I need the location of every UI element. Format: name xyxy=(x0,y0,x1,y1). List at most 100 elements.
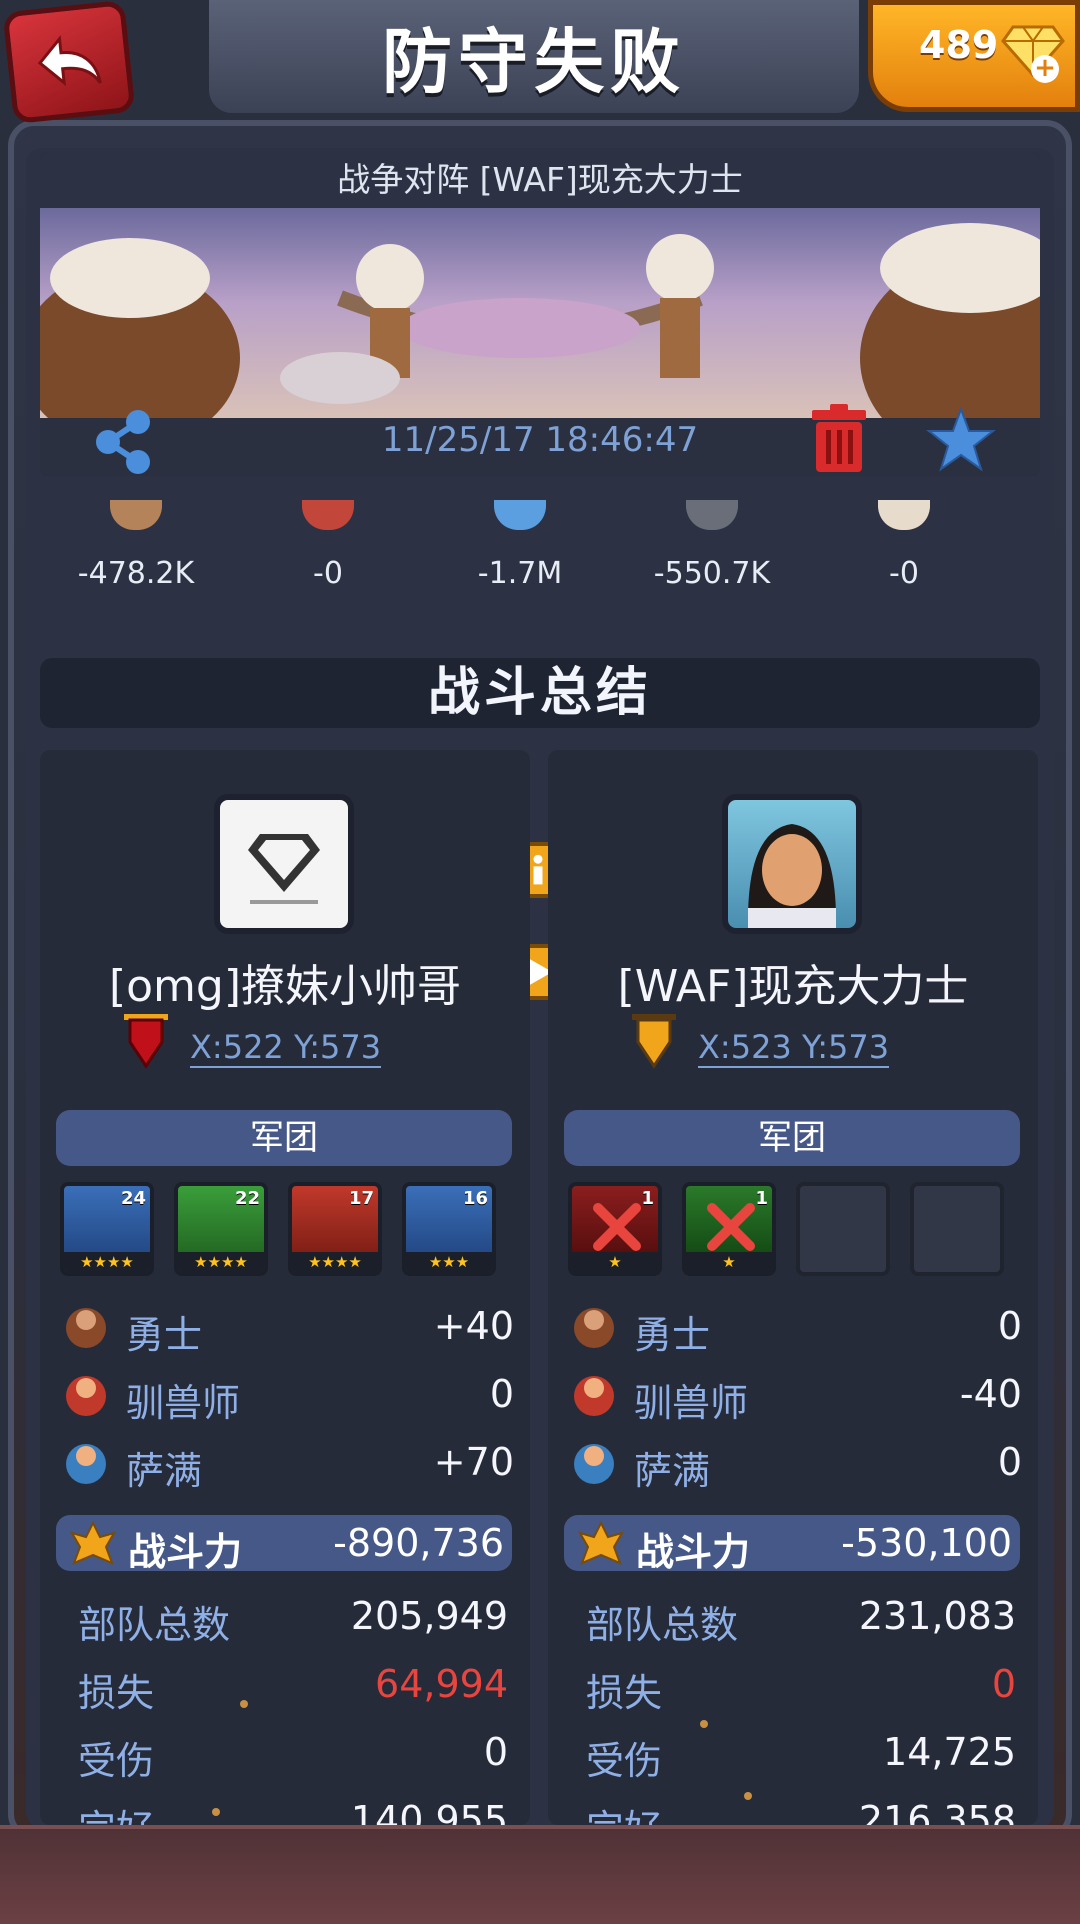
battle-title: 战争对阵 [WAF]现充大力士 xyxy=(40,152,1040,208)
stat-row-total: 部队总数 205,949 xyxy=(78,1588,508,1647)
add-gems-icon[interactable]: + xyxy=(1031,55,1059,83)
trash-icon[interactable] xyxy=(808,402,870,474)
unit-row-warrior: 勇士 +40 xyxy=(58,1298,514,1357)
phoenix-icon xyxy=(69,1520,117,1565)
unit-row-tamer: 驯兽师 0 xyxy=(58,1366,514,1425)
hero-slot[interactable]: 17 ★★★★ xyxy=(288,1182,382,1276)
stat-row-lost: 损失 0 xyxy=(586,1656,1016,1715)
hero-level: 17 xyxy=(348,1188,374,1209)
resource-losses: -478.2K -0 -1.7M -550.7K -0 xyxy=(40,500,1040,600)
unit-label: 萨满 xyxy=(126,1449,203,1493)
hero-slot[interactable]: 24 ★★★★ xyxy=(60,1182,154,1276)
stat-value: 231,083 xyxy=(858,1594,1016,1638)
stat-value: 0 xyxy=(483,1730,508,1774)
power-bar: 战斗力 -530,100 xyxy=(564,1515,1020,1574)
defeated-x-icon xyxy=(593,1203,641,1251)
unit-value: 0 xyxy=(997,1304,1022,1348)
ember-particle xyxy=(744,1792,752,1800)
hero-stars: ★★★★ xyxy=(292,1252,378,1272)
stone-icon xyxy=(686,500,738,530)
stat-label: 受伤 xyxy=(78,1739,155,1783)
battle-illustration xyxy=(40,208,1040,458)
hero-slot[interactable]: 1 ★ xyxy=(568,1182,662,1276)
unit-row-tamer: 驯兽师 -40 xyxy=(566,1366,1022,1425)
attacker-name: [omg]撩妹小帅哥 xyxy=(108,961,462,1012)
red-banner-icon xyxy=(124,1014,168,1069)
stat-label: 部队总数 xyxy=(78,1603,231,1647)
stat-row-lost: 损失 64,994 xyxy=(78,1656,508,1715)
share-icon[interactable] xyxy=(88,406,158,476)
stat-row-total: 部队总数 231,083 xyxy=(586,1588,1016,1647)
stat-value: 14,725 xyxy=(883,1730,1016,1774)
unit-value: -40 xyxy=(959,1372,1022,1416)
stat-label: 受伤 xyxy=(586,1739,663,1783)
resource-value: -1.7M xyxy=(477,556,563,591)
shaman-icon xyxy=(66,1444,106,1484)
resource-value: -550.7K xyxy=(653,556,771,591)
bottom-frame xyxy=(0,1825,1080,1924)
hero-slot[interactable]: 22 ★★★★ xyxy=(174,1182,268,1276)
stat-label: 完好 xyxy=(78,1798,154,1825)
hero-slot[interactable]: 1 ★ xyxy=(682,1182,776,1276)
resource-meat: -0 xyxy=(232,500,424,600)
unit-row-shaman: 萨满 0 xyxy=(566,1434,1022,1493)
back-arrow-icon xyxy=(37,35,102,87)
gem-counter-button[interactable]: 489 + xyxy=(868,0,1080,112)
resource-value: -478.2K xyxy=(77,556,195,591)
orange-banner-icon xyxy=(632,1014,676,1069)
unit-value: 0 xyxy=(489,1372,514,1416)
wood-icon xyxy=(110,500,162,530)
defender-name: [WAF]现充大力士 xyxy=(617,961,969,1012)
power-value: -890,736 xyxy=(333,1521,504,1565)
attacker-panel: [omg]撩妹小帅哥 X:522 Y:573 军团 24 ★★★★ 22 ★★★… xyxy=(40,750,530,1825)
stat-value: 205,949 xyxy=(350,1594,508,1638)
unit-row-shaman: 萨满 +70 xyxy=(58,1434,514,1493)
hero-slot[interactable]: 16 ★★★ xyxy=(402,1182,496,1276)
power-value: -530,100 xyxy=(841,1521,1012,1565)
unit-label: 萨满 xyxy=(634,1449,711,1493)
stat-value: 216,358 xyxy=(858,1798,1016,1825)
legion-header: 军团 xyxy=(564,1110,1020,1166)
stat-row-intact: 完好 216,358 xyxy=(586,1792,1016,1825)
power-label: 战斗力 xyxy=(128,1530,243,1574)
stat-label: 损失 xyxy=(586,1671,663,1715)
back-button[interactable] xyxy=(2,0,136,125)
hero-slot-empty xyxy=(910,1182,1004,1276)
defender-panel: [WAF]现充大力士 X:523 Y:573 军团 1 ★ 1 ★ 勇士 0 驯… xyxy=(548,750,1038,1825)
defender-avatar[interactable] xyxy=(722,794,862,934)
legion-header: 军团 xyxy=(56,1110,512,1166)
hero-level: 24 xyxy=(120,1188,146,1209)
defeated-x-icon xyxy=(707,1203,755,1251)
unit-label: 驯兽师 xyxy=(126,1381,241,1425)
hero-level: 22 xyxy=(234,1188,260,1209)
stat-value: 64,994 xyxy=(375,1662,508,1706)
hero-stars: ★★★ xyxy=(406,1252,492,1272)
attacker-coords-link[interactable]: X:522 Y:573 xyxy=(190,1028,382,1068)
defender-heroes: 1 ★ 1 ★ xyxy=(568,1182,1018,1278)
warrior-icon xyxy=(574,1308,614,1348)
attacker-avatar[interactable] xyxy=(214,794,354,934)
favorite-star-icon[interactable] xyxy=(926,406,996,472)
shaman-icon xyxy=(574,1444,614,1484)
resource-bone: -0 xyxy=(808,500,1000,600)
title-plate: 防守失败 xyxy=(204,0,864,118)
stat-value: 140,955 xyxy=(350,1798,508,1825)
hero-stars: ★ xyxy=(686,1252,772,1272)
power-label: 战斗力 xyxy=(636,1530,751,1574)
resource-value: -0 xyxy=(313,556,343,591)
unit-label: 勇士 xyxy=(126,1313,203,1357)
beast-tamer-icon xyxy=(66,1376,106,1416)
unit-label: 勇士 xyxy=(634,1313,711,1357)
power-bar: 战斗力 -890,736 xyxy=(56,1515,512,1574)
battle-datetime: 11/25/17 18:46:47 xyxy=(381,420,699,460)
defender-coords-link[interactable]: X:523 Y:573 xyxy=(698,1028,890,1068)
hero-stars: ★★★★ xyxy=(64,1252,150,1272)
stat-row-wounded: 受伤 0 xyxy=(78,1724,508,1783)
unit-label: 驯兽师 xyxy=(634,1381,749,1425)
unit-value: 0 xyxy=(997,1440,1022,1484)
mana-icon xyxy=(494,500,546,530)
resource-mana: -1.7M xyxy=(424,500,616,600)
resource-wood: -478.2K xyxy=(40,500,232,600)
gem-count: 489 xyxy=(919,23,999,67)
attacker-heroes: 24 ★★★★ 22 ★★★★ 17 ★★★★ 16 ★★★ xyxy=(60,1182,510,1278)
